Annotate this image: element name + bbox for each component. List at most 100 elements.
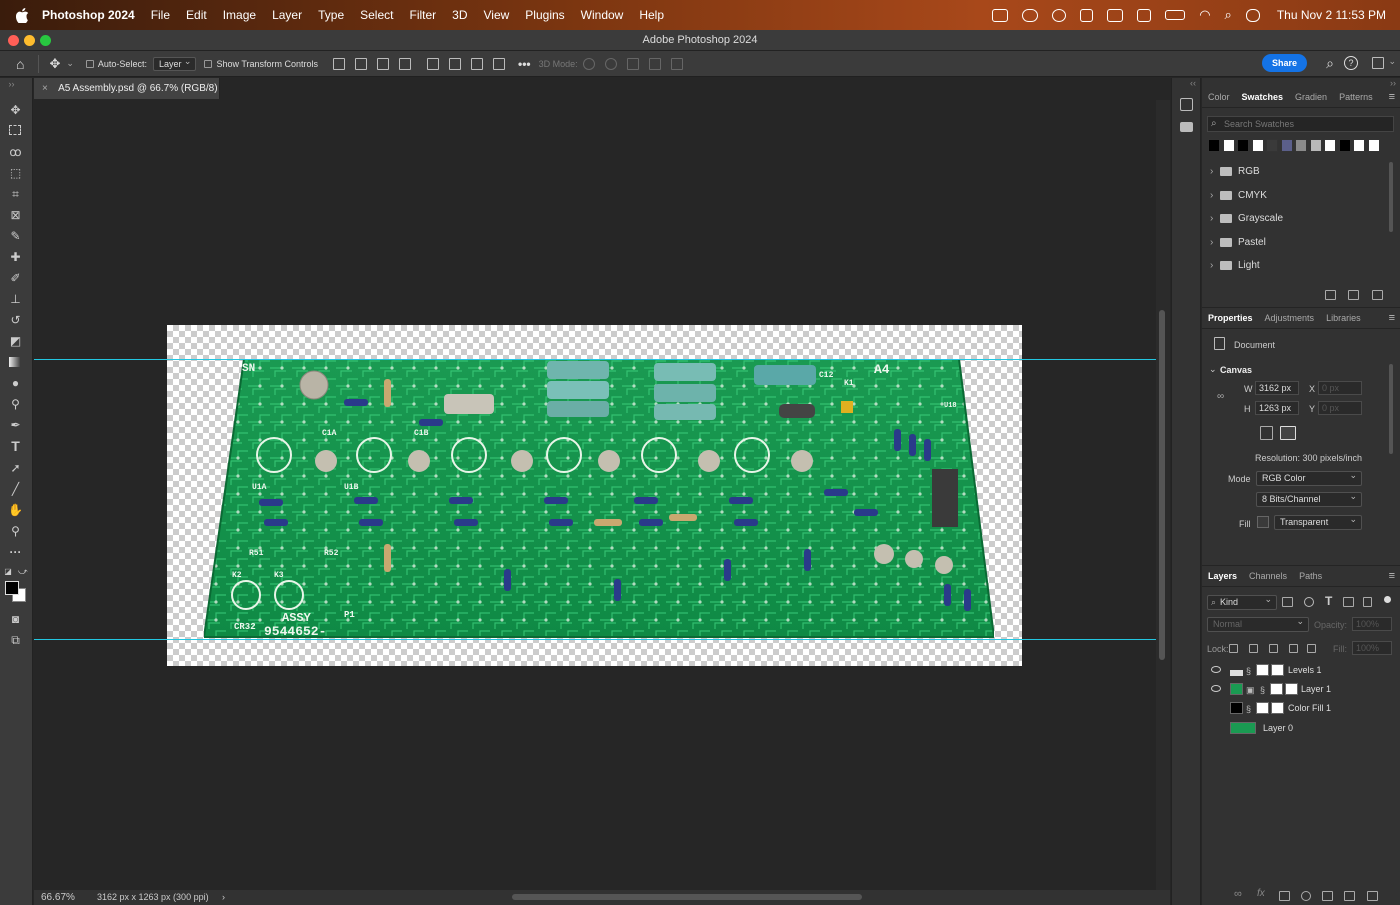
layer-thumbnail[interactable] bbox=[1230, 722, 1256, 734]
color-swatch[interactable] bbox=[1367, 139, 1380, 152]
align-left-icon[interactable] bbox=[333, 57, 346, 70]
properties-panel-menu-icon[interactable]: ≡ bbox=[1389, 312, 1395, 324]
color-swatch[interactable] bbox=[1324, 139, 1336, 152]
zoom-window-button[interactable] bbox=[40, 35, 51, 46]
swatch-group-grayscale[interactable]: › Grayscale bbox=[1202, 210, 1390, 228]
dodge-tool-icon[interactable]: ⚲ bbox=[8, 398, 23, 411]
tab-gradients[interactable]: Gradien bbox=[1289, 92, 1333, 102]
workspace-icon[interactable] bbox=[1372, 57, 1384, 69]
swatch-group-pastel[interactable]: › Pastel bbox=[1202, 234, 1390, 252]
status-menu-chevron-icon[interactable]: › bbox=[222, 890, 225, 905]
eyedropper-tool-icon[interactable]: ✎ bbox=[8, 230, 23, 243]
home-icon[interactable]: ⌂ bbox=[16, 56, 24, 72]
y-field[interactable]: 0 px bbox=[1318, 401, 1362, 415]
lock-position-icon[interactable] bbox=[1269, 644, 1278, 653]
swap-colors-icon[interactable]: ⤻ bbox=[18, 565, 28, 578]
comments-panel-icon[interactable] bbox=[1180, 122, 1193, 132]
foreground-color-swatch[interactable] bbox=[5, 581, 19, 595]
tab-properties[interactable]: Properties bbox=[1202, 313, 1259, 323]
menu-help[interactable]: Help bbox=[639, 8, 664, 22]
menu-image[interactable]: Image bbox=[223, 8, 256, 22]
lock-artboard-icon[interactable] bbox=[1289, 644, 1298, 653]
3d-orbit-icon[interactable] bbox=[582, 57, 595, 70]
layer-thumbnail[interactable] bbox=[1271, 664, 1284, 676]
quick-mask-icon[interactable]: ◙ bbox=[8, 613, 23, 626]
layer-row-layer-1[interactable]: ▣ § Layer 1 bbox=[1202, 680, 1388, 699]
lock-transparent-icon[interactable] bbox=[1229, 644, 1238, 653]
new-swatch-icon[interactable] bbox=[1348, 290, 1359, 300]
fill-color-swatch[interactable] bbox=[1257, 516, 1269, 528]
layer-name[interactable]: Levels 1 bbox=[1288, 661, 1322, 680]
show-transform-checkbox[interactable] bbox=[204, 59, 213, 68]
menu-layer[interactable]: Layer bbox=[272, 8, 302, 22]
color-swatch[interactable] bbox=[1309, 139, 1322, 152]
default-colors-icon[interactable]: ◪ bbox=[4, 565, 12, 578]
adobe-icon[interactable] bbox=[1080, 8, 1094, 22]
layers-panel-menu-icon[interactable]: ≡ bbox=[1389, 570, 1395, 582]
lock-all-icon[interactable] bbox=[1307, 644, 1316, 653]
move-tool-icon[interactable]: ✥ bbox=[49, 56, 60, 72]
3d-slide-icon[interactable] bbox=[648, 57, 661, 70]
visibility-eye-icon[interactable] bbox=[1211, 685, 1221, 692]
height-field[interactable]: 1263 px bbox=[1255, 401, 1299, 415]
zoom-tool-icon[interactable]: ⚲ bbox=[8, 525, 23, 538]
layer-row-layer-0[interactable]: Layer 0 bbox=[1202, 719, 1388, 738]
link-layers-icon[interactable]: ∞ bbox=[1234, 888, 1242, 900]
layer-name[interactable]: Layer 1 bbox=[1301, 680, 1331, 699]
lock-image-icon[interactable] bbox=[1249, 644, 1258, 653]
help-icon[interactable]: ? bbox=[1344, 56, 1358, 70]
close-window-button[interactable] bbox=[8, 35, 19, 46]
fill-opacity-field[interactable]: 100% bbox=[1352, 641, 1392, 655]
layer-thumbnail[interactable] bbox=[1230, 683, 1243, 695]
vertical-scroll-thumb[interactable] bbox=[1159, 310, 1165, 660]
healing-brush-tool-icon[interactable]: ✚ bbox=[8, 251, 23, 264]
hand-tool-icon[interactable]: ✋ bbox=[8, 504, 23, 517]
layer-row-color-fill-1[interactable]: § Color Fill 1 bbox=[1202, 699, 1388, 718]
tool-preset-chevron-icon[interactable]: ⌄ bbox=[66, 58, 74, 69]
filter-type-icon[interactable]: T bbox=[1325, 594, 1332, 608]
color-swatch[interactable] bbox=[1208, 139, 1220, 152]
type-tool-icon[interactable]: T bbox=[8, 439, 23, 453]
lasso-tool-icon[interactable]: ꝏ bbox=[8, 146, 23, 159]
visibility-toggle-empty[interactable] bbox=[1211, 704, 1221, 713]
screen-mode-icon[interactable]: ⧉ bbox=[8, 634, 23, 647]
menu-type[interactable]: Type bbox=[318, 8, 344, 22]
layer-mask-thumbnail-2[interactable] bbox=[1285, 683, 1298, 695]
menu-edit[interactable]: Edit bbox=[186, 8, 207, 22]
marquee-tool-icon[interactable] bbox=[9, 125, 21, 135]
swatches-search-input[interactable]: Search Swatches bbox=[1207, 116, 1394, 132]
wifi-icon[interactable]: ◠ bbox=[1199, 7, 1210, 23]
app-name-menu[interactable]: Photoshop 2024 bbox=[42, 8, 135, 22]
layer-mask-thumbnail[interactable] bbox=[1256, 702, 1269, 714]
share-button[interactable]: Share bbox=[1261, 54, 1307, 72]
object-select-tool-icon[interactable]: ⬚ bbox=[8, 167, 23, 180]
swatch-group-light[interactable]: › Light bbox=[1202, 257, 1390, 275]
vertical-scrollbar[interactable] bbox=[1156, 100, 1170, 890]
history-brush-tool-icon[interactable]: ↺ bbox=[8, 314, 23, 327]
minimize-window-button[interactable] bbox=[24, 35, 35, 46]
bit-depth-dropdown[interactable]: 8 Bits/Channel bbox=[1256, 490, 1362, 507]
tab-layers[interactable]: Layers bbox=[1202, 571, 1243, 581]
new-group-icon[interactable] bbox=[1325, 290, 1336, 300]
distribute-v-icon[interactable] bbox=[493, 57, 506, 70]
layer-thumbnail[interactable] bbox=[1271, 702, 1284, 714]
filter-smart-object-icon[interactable] bbox=[1363, 597, 1372, 607]
layer-mask-thumbnail[interactable] bbox=[1270, 683, 1283, 695]
3d-roll-icon[interactable] bbox=[604, 57, 617, 70]
delete-swatch-icon[interactable] bbox=[1372, 290, 1383, 300]
menu-file[interactable]: File bbox=[151, 8, 170, 22]
swatches-scrollbar[interactable] bbox=[1389, 162, 1393, 232]
creative-cloud-icon[interactable] bbox=[1052, 8, 1067, 22]
filter-toggle-icon[interactable] bbox=[1384, 596, 1391, 603]
add-mask-icon[interactable] bbox=[1279, 891, 1290, 901]
clone-stamp-tool-icon[interactable]: ⊥ bbox=[8, 293, 23, 306]
blur-tool-icon[interactable]: ● bbox=[8, 377, 23, 390]
apple-icon[interactable] bbox=[16, 7, 29, 23]
menu-filter[interactable]: Filter bbox=[409, 8, 436, 22]
canvas-area[interactable]: SN A4 C12 K1 U18 C1A C1B U1A U1B R51 R52… bbox=[34, 100, 1156, 890]
link-dimensions-icon[interactable]: ∞ bbox=[1217, 391, 1224, 402]
frame-tool-icon[interactable]: ⊠ bbox=[8, 209, 23, 222]
align-bottom-icon[interactable] bbox=[471, 57, 484, 70]
adjustment-layer-icon[interactable] bbox=[1301, 891, 1311, 901]
color-swatch[interactable] bbox=[1237, 139, 1249, 152]
